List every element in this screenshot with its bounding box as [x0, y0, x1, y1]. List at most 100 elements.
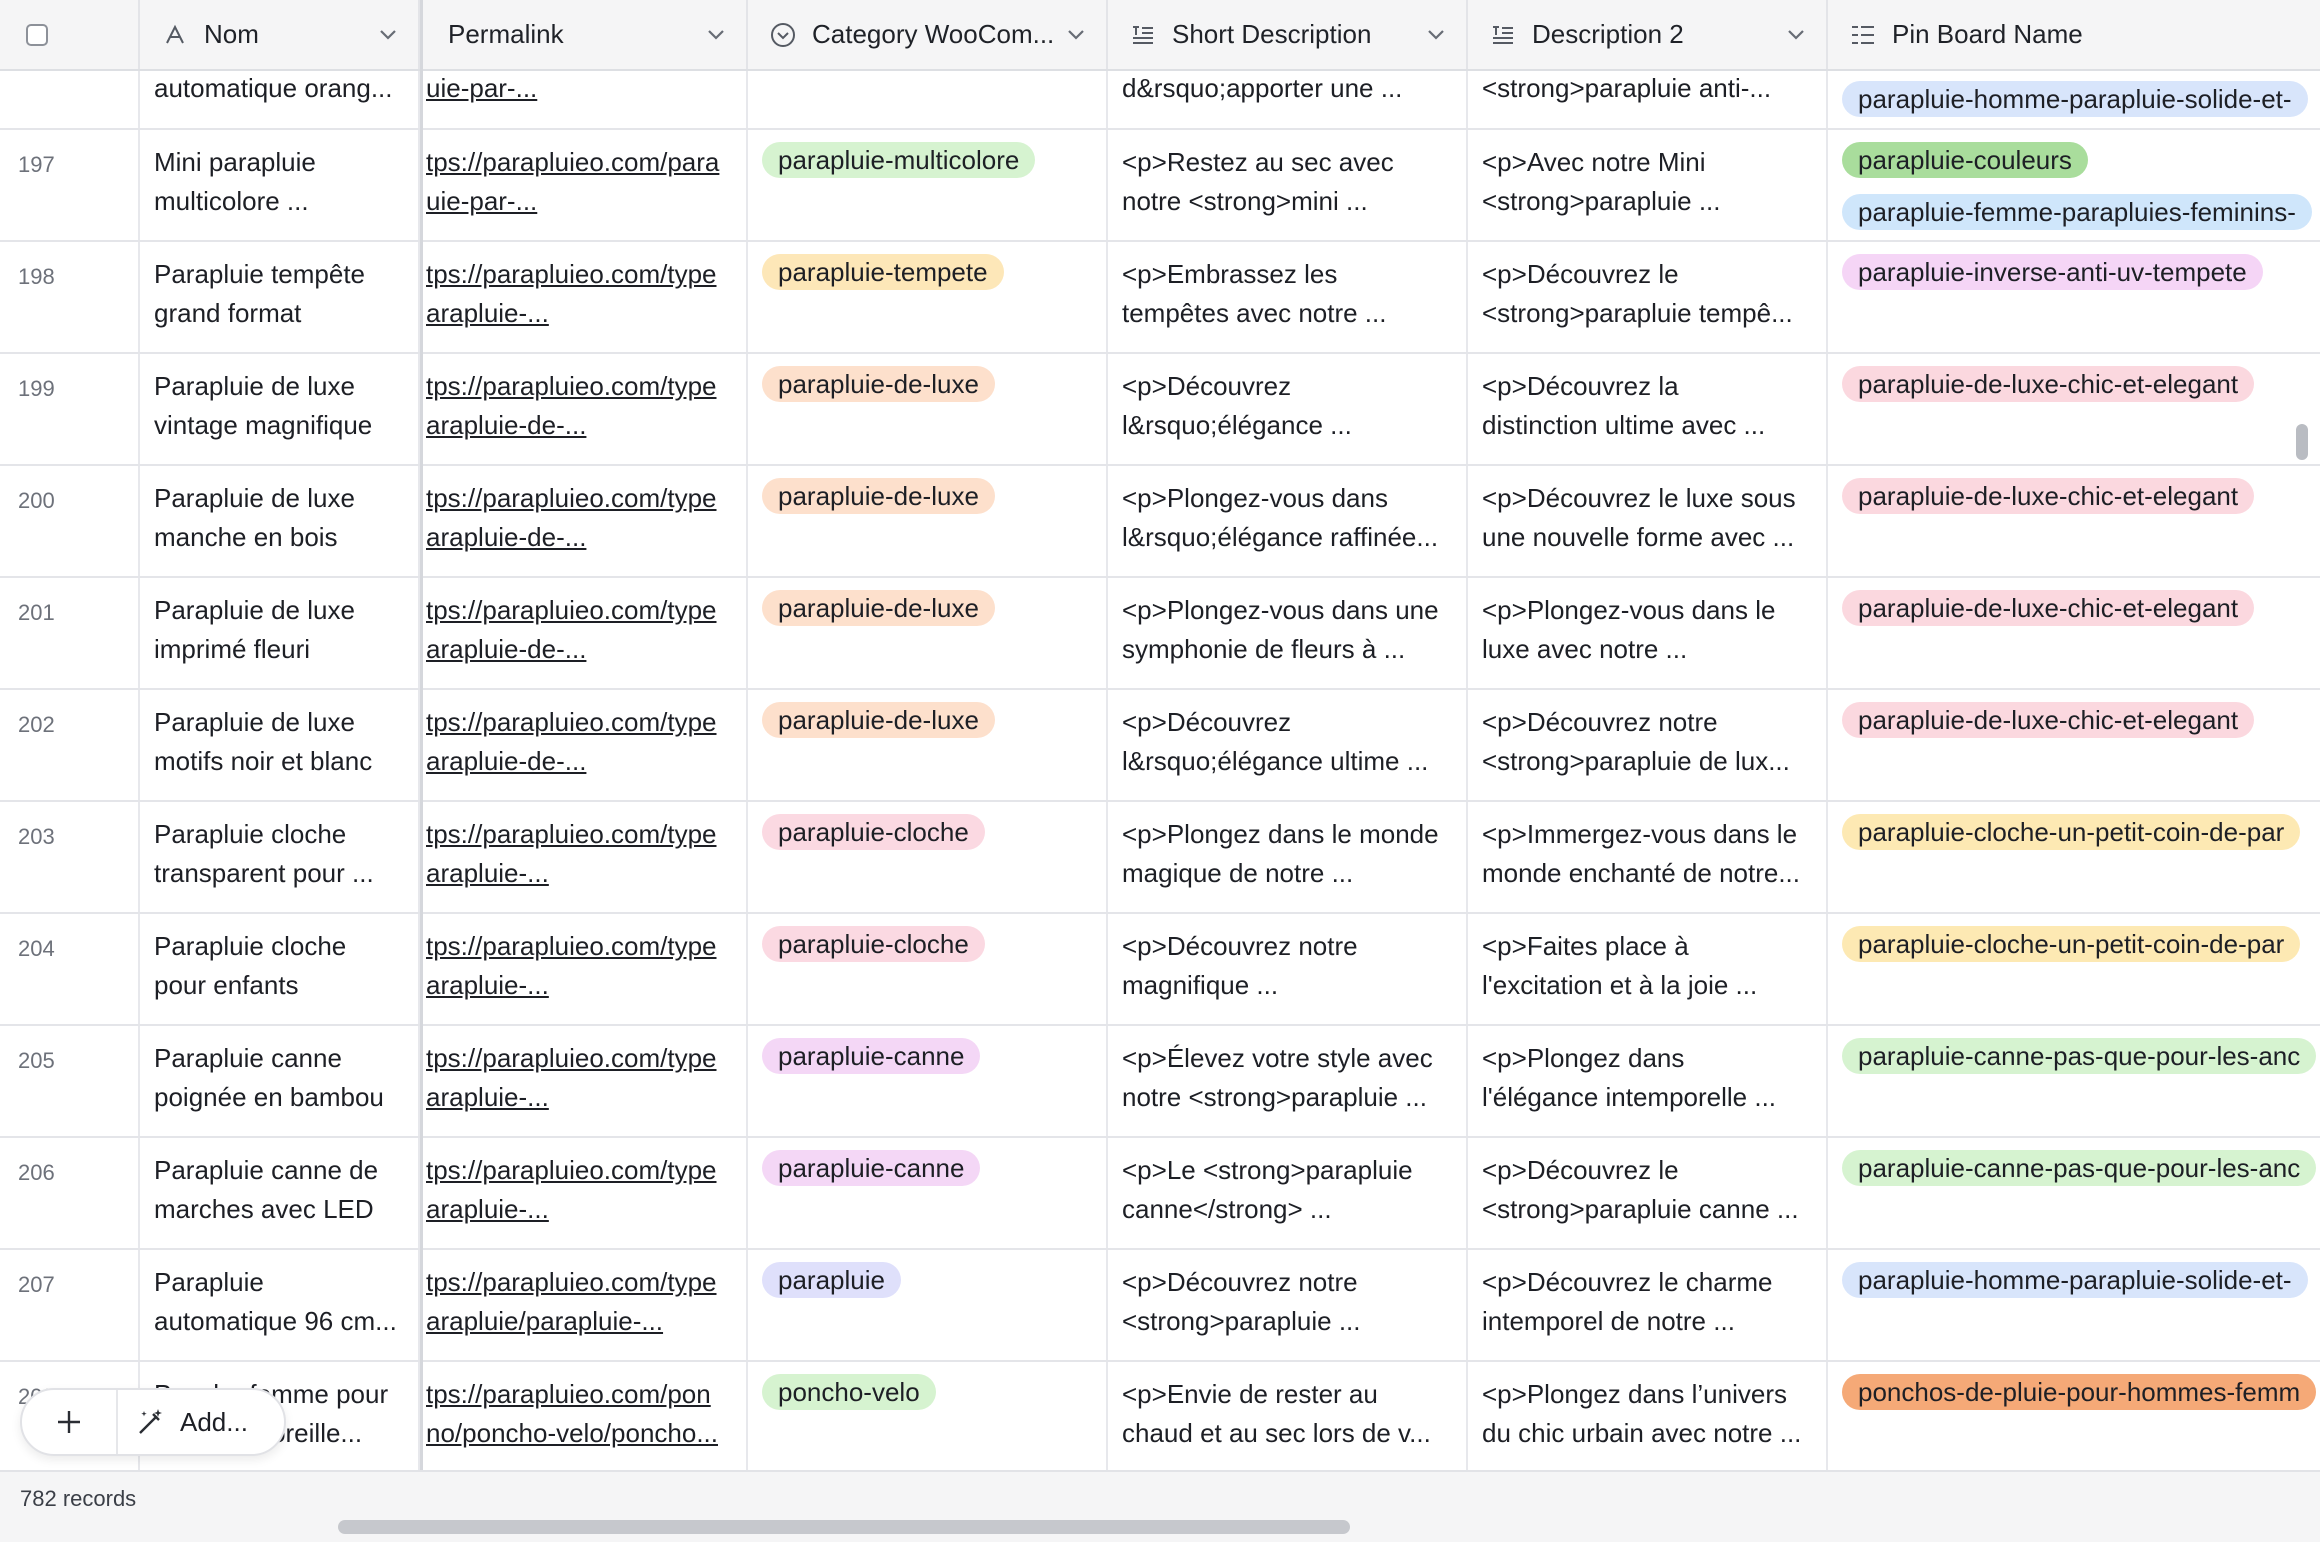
cell-category[interactable]: parapluie — [748, 1250, 1108, 1360]
cell-short[interactable]: <p>Restez au sec avec notre <strong>mini… — [1108, 130, 1468, 240]
table-row[interactable]: 199 Parapluie de luxe vintage magnifique t… — [0, 354, 2320, 466]
cell-category[interactable]: parapluie-canne — [748, 1026, 1108, 1136]
table-row[interactable]: 208Poncho femme pour vélo avec oreille..… — [0, 1362, 2320, 1470]
table-row[interactable]: 200 Parapluie de luxe manche en bois tps:/… — [0, 466, 2320, 578]
tag-pill[interactable]: ponchos-de-pluie-pour-hommes-femm — [1842, 1374, 2317, 1410]
cell-name[interactable]: Parapluie de luxe motifs noir et blanc — [140, 690, 420, 800]
cell-category[interactable]: parapluie-multicolore — [748, 130, 1108, 240]
cell-desc[interactable]: <p>Découvrez le <strong>parapluie canne … — [1468, 1138, 1828, 1248]
cell-permalink[interactable]: tps://parapluieo.com/type arapluie-... — [420, 1026, 748, 1136]
table-row[interactable]: 206 Parapluie canne de marches avec LED tp… — [0, 1138, 2320, 1250]
cell-pins[interactable]: parapluie-cloche-un-petit-coin-de-par — [1828, 802, 2320, 912]
cell-short[interactable]: <p>Élevez votre style avec notre <strong… — [1108, 1026, 1468, 1136]
tag-pill[interactable]: parapluie-homme-parapluie-solide-et- — [1842, 81, 2308, 117]
table-row[interactable]: 197 Mini parapluie multicolore ... tps://p… — [0, 130, 2320, 242]
cell-short[interactable]: <p>Découvrez notre magnifique ... — [1108, 914, 1468, 1024]
permalink-link[interactable]: tps://parapluieo.com/type arapluie-... — [426, 1138, 746, 1229]
permalink-link[interactable]: tps://parapluieo.com/type arapluie-de-..… — [426, 466, 746, 557]
cell-pins[interactable]: parapluie-de-luxe-chic-et-elegant — [1828, 578, 2320, 688]
permalink-link[interactable]: tps://parapluieo.com/type arapluie-de-..… — [426, 354, 746, 445]
tag-pill[interactable]: parapluie-couleurs — [1842, 142, 2088, 178]
permalink-link[interactable]: tps://parapluieo.com/type arapluie/parap… — [426, 1250, 746, 1341]
cell-pins[interactable]: parapluie-de-luxe-chic-et-elegant — [1828, 466, 2320, 576]
cell-permalink[interactable]: tps://parapluieo.com/type arapluie-de-..… — [420, 354, 748, 464]
chevron-down-icon[interactable] — [704, 22, 728, 46]
cell-name[interactable]: Parapluie cloche transparent pour ... — [140, 802, 420, 912]
cell-short[interactable]: <p>Découvrez l&rsquo;élégance ... — [1108, 354, 1468, 464]
tag-pill[interactable]: parapluie-de-luxe — [762, 478, 995, 514]
cell-category[interactable]: parapluie-canne — [748, 1138, 1108, 1248]
tag-pill[interactable]: parapluie-femme-parapluies-feminins- — [1842, 194, 2312, 230]
tag-pill[interactable]: parapluie-canne-pas-que-pour-les-anc — [1842, 1038, 2317, 1074]
cell-pins[interactable]: parapluie-inverse-anti-uv-tempete — [1828, 242, 2320, 352]
table-row[interactable]: 198 Parapluie tempête grand format tps://p… — [0, 242, 2320, 354]
tag-pill[interactable]: parapluie-canne-pas-que-pour-les-anc — [1842, 1150, 2317, 1186]
cell-permalink[interactable]: tps://parapluieo.com/type arapluie-de-..… — [420, 578, 748, 688]
permalink-link[interactable]: uie-par-... — [426, 69, 746, 108]
permalink-link[interactable]: tps://parapluieo.com/type arapluie-... — [426, 802, 746, 893]
chevron-down-icon[interactable] — [1424, 22, 1448, 46]
tag-pill[interactable]: parapluie-de-luxe-chic-et-elegant — [1842, 478, 2255, 514]
tag-pill[interactable]: parapluie-canne — [762, 1038, 981, 1074]
permalink-link[interactable]: tps://parapluieo.com/type arapluie-... — [426, 914, 746, 1005]
tag-pill[interactable]: parapluie-cloche — [762, 926, 985, 962]
cell-short[interactable]: <p>Embrassez les tempêtes avec notre ... — [1108, 242, 1468, 352]
frozen-column-divider[interactable] — [420, 0, 423, 1540]
cell-pins[interactable]: ponchos-de-pluie-pour-hommes-femm — [1828, 1362, 2320, 1470]
cell-desc[interactable]: <p>Plongez dans l'élégance intemporelle … — [1468, 1026, 1828, 1136]
column-header-description-2[interactable]: Description 2 — [1468, 0, 1828, 69]
cell-desc[interactable]: <strong>parapluie anti-... — [1468, 69, 1828, 128]
cell-permalink[interactable]: tps://parapluieo.com/type arapluie-... — [420, 802, 748, 912]
cell-desc[interactable]: <p>Plongez dans l’univers du chic urbain… — [1468, 1362, 1828, 1470]
cell-desc[interactable]: <p>Faites place à l'excitation et à la j… — [1468, 914, 1828, 1024]
cell-desc[interactable]: <p>Découvrez le charme intemporel de not… — [1468, 1250, 1828, 1360]
cell-permalink[interactable]: tps://parapluieo.com/type arapluie/parap… — [420, 1250, 748, 1360]
cell-name[interactable]: Parapluie de luxe vintage magnifique — [140, 354, 420, 464]
tag-pill[interactable]: parapluie — [762, 1262, 901, 1298]
add-with-ai-button[interactable]: Add... — [118, 1407, 248, 1438]
cell-desc[interactable]: <p>Plongez-vous dans le luxe avec notre … — [1468, 578, 1828, 688]
table-row[interactable]: 203 Parapluie cloche transparent pour ...… — [0, 802, 2320, 914]
cell-category[interactable]: poncho-velo — [748, 1362, 1108, 1470]
cell-pins[interactable]: parapluie-de-luxe-chic-et-elegant — [1828, 690, 2320, 800]
cell-short[interactable]: <p>Plongez-vous dans une symphonie de fl… — [1108, 578, 1468, 688]
cell-permalink[interactable]: tps://parapluieo.com/pon no/poncho-velo/… — [420, 1362, 748, 1470]
cell-name[interactable]: Parapluie de luxe manche en bois — [140, 466, 420, 576]
cell-category[interactable]: parapluie-cloche — [748, 802, 1108, 912]
cell-desc[interactable]: <p>Découvrez le luxe sous une nouvelle f… — [1468, 466, 1828, 576]
column-header-short-description[interactable]: Short Description — [1108, 0, 1468, 69]
cell-name[interactable]: Parapluie cloche pour enfants — [140, 914, 420, 1024]
cell-short[interactable]: d&rsquo;apporter une ... — [1108, 69, 1468, 128]
column-header-pin-board-name[interactable]: Pin Board Name — [1828, 0, 2320, 69]
column-header-permalink[interactable]: Permalink — [420, 0, 748, 69]
cell-short[interactable]: <p>Plongez dans le monde magique de notr… — [1108, 802, 1468, 912]
tag-pill[interactable]: parapluie-inverse-anti-uv-tempete — [1842, 254, 2263, 290]
cell-desc[interactable]: <p>Découvrez le <strong>parapluie tempê.… — [1468, 242, 1828, 352]
cell-pins[interactable]: parapluie-cloche-un-petit-coin-de-par — [1828, 914, 2320, 1024]
cell-name[interactable]: Mini parapluie multicolore ... — [140, 130, 420, 240]
cell-permalink[interactable]: tps://parapluieo.com/type arapluie-... — [420, 1138, 748, 1248]
cell-short[interactable]: <p>Le <strong>parapluie canne</strong> .… — [1108, 1138, 1468, 1248]
cell-category[interactable]: parapluie-de-luxe — [748, 690, 1108, 800]
cell-pins[interactable]: parapluie-canne-pas-que-pour-les-anc — [1828, 1026, 2320, 1136]
cell-short[interactable]: <p>Découvrez notre <strong>parapluie ... — [1108, 1250, 1468, 1360]
cell-permalink[interactable]: tps://parapluieo.com/type arapluie-... — [420, 242, 748, 352]
permalink-link[interactable]: tps://parapluieo.com/type arapluie-de-..… — [426, 690, 746, 781]
tag-pill[interactable]: parapluie-de-luxe-chic-et-elegant — [1842, 702, 2255, 738]
permalink-link[interactable]: tps://parapluieo.com/para uie-par-... — [426, 130, 746, 221]
tag-pill[interactable]: parapluie-homme-parapluie-solide-et- — [1842, 1262, 2308, 1298]
cell-permalink[interactable]: uie-par-... — [420, 69, 748, 128]
tag-pill[interactable]: poncho-velo — [762, 1374, 936, 1410]
cell-pins[interactable]: parapluie-canne-pas-que-pour-les-anc — [1828, 1138, 2320, 1248]
cell-permalink[interactable]: tps://parapluieo.com/type arapluie-de-..… — [420, 690, 748, 800]
tag-pill[interactable]: parapluie-multicolore — [762, 142, 1036, 178]
vertical-scrollbar[interactable] — [2296, 424, 2308, 460]
permalink-link[interactable]: tps://parapluieo.com/pon no/poncho-velo/… — [426, 1362, 746, 1453]
cell-short[interactable]: <p>Plongez-vous dans l&rsquo;élégance ra… — [1108, 466, 1468, 576]
table-row[interactable]: 204 Parapluie cloche pour enfants tps://pa… — [0, 914, 2320, 1026]
cell-pins[interactable]: parapluie-homme-parapluie-solide-et- — [1828, 1250, 2320, 1360]
cell-name[interactable]: Parapluie tempête grand format — [140, 242, 420, 352]
cell-category[interactable]: parapluie-cloche — [748, 914, 1108, 1024]
chevron-down-icon[interactable] — [376, 22, 400, 46]
tag-pill[interactable]: parapluie-de-luxe — [762, 366, 995, 402]
